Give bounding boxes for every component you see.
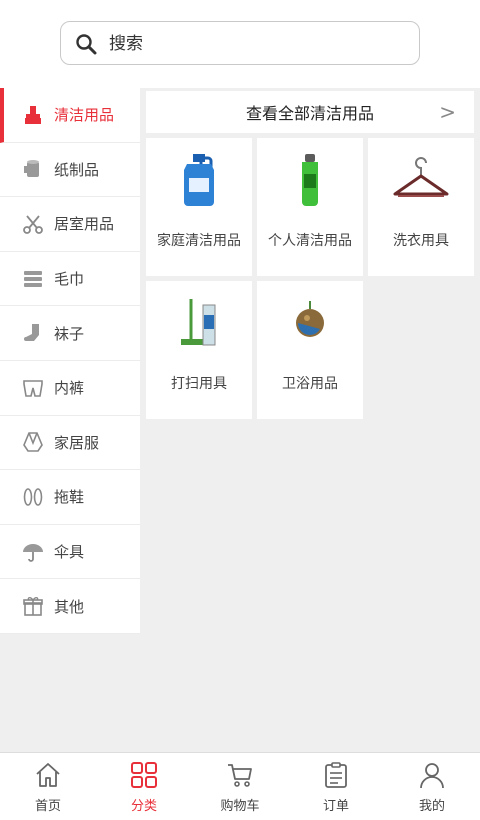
cleaning-icon xyxy=(25,105,41,124)
subcategory-laundry[interactable]: 洗衣用具 xyxy=(368,138,474,276)
search-icon xyxy=(76,34,97,55)
user-icon xyxy=(420,763,444,789)
shampoo-bottle-image xyxy=(302,154,318,206)
view-all-label: 查看全部清洁用品 xyxy=(245,104,374,123)
sidebar-item-slippers[interactable]: 拖鞋 xyxy=(0,470,140,525)
tab-label: 分类 xyxy=(130,799,157,814)
sidebar-item-socks[interactable]: 袜子 xyxy=(0,306,140,361)
subcategory-bath[interactable]: 卫浴用品 xyxy=(257,281,363,419)
subcategory-grid: 家庭清洁用品 个人清洁用品 洗衣用具 打扫用具 卫浴用品 xyxy=(146,138,474,419)
gift-icon xyxy=(23,597,43,616)
home-icon xyxy=(36,763,60,787)
order-clipboard-icon xyxy=(325,762,347,788)
subcategory-label: 打扫用具 xyxy=(171,376,227,392)
search-input[interactable] xyxy=(109,30,399,58)
subcategory-label: 家庭清洁用品 xyxy=(157,233,241,249)
sock-icon xyxy=(24,324,39,342)
tab-category[interactable]: 分类 xyxy=(96,753,192,820)
sidebar-item-towel[interactable]: 毛巾 xyxy=(0,251,140,307)
category-content: 查看全部清洁用品 > 家庭清洁用品 个人清洁用品 洗衣用具 打扫用具 卫浴用品 xyxy=(146,91,474,419)
bath-sponge-image xyxy=(296,301,324,337)
towel-icon xyxy=(24,270,42,287)
tab-profile[interactable]: 我的 xyxy=(384,753,480,820)
scissors-icon xyxy=(23,215,43,234)
sidebar-item-label: 拖鞋 xyxy=(54,488,85,507)
category-grid-icon xyxy=(131,762,157,788)
cart-icon xyxy=(228,764,252,787)
subcategory-home-cleaning[interactable]: 家庭清洁用品 xyxy=(146,138,252,276)
underwear-icon xyxy=(23,379,43,397)
detergent-bottle-image xyxy=(184,154,214,206)
subcategory-label: 卫浴用品 xyxy=(282,376,338,392)
sidebar-item-label: 纸制品 xyxy=(54,160,100,179)
sidebar-item-label: 其他 xyxy=(54,597,85,616)
tab-label: 订单 xyxy=(322,799,349,814)
bottom-tab-bar: 首页 分类 购物车 订单 我的 xyxy=(0,752,480,820)
tab-label: 购物车 xyxy=(220,799,260,814)
view-all-button[interactable]: 查看全部清洁用品 > xyxy=(146,91,474,133)
subcategory-sweeping[interactable]: 打扫用具 xyxy=(146,281,252,419)
sidebar-item-label: 内裤 xyxy=(54,379,85,398)
sidebar-item-umbrella[interactable]: 伞具 xyxy=(0,524,140,580)
tab-orders[interactable]: 订单 xyxy=(288,753,384,820)
search-bar[interactable] xyxy=(60,21,420,65)
category-sidebar: 清洁用品 纸制品 居室用品 毛巾 袜子 内裤 家居服 拖鞋 伞具 其他 xyxy=(0,88,140,634)
sidebar-item-label: 袜子 xyxy=(54,324,85,343)
slippers-icon xyxy=(23,488,43,506)
sidebar-item-label: 家居服 xyxy=(54,433,100,452)
umbrella-icon xyxy=(23,543,43,562)
subcategory-personal-cleaning[interactable]: 个人清洁用品 xyxy=(257,138,363,276)
clothes-hanger-image xyxy=(393,157,449,197)
subcategory-label: 个人清洁用品 xyxy=(268,233,352,249)
tab-home[interactable]: 首页 xyxy=(0,753,96,820)
sidebar-item-label: 伞具 xyxy=(54,543,85,562)
sidebar-item-paper[interactable]: 纸制品 xyxy=(0,142,140,198)
subcategory-label: 洗衣用具 xyxy=(393,233,449,249)
paper-roll-icon xyxy=(24,160,39,178)
sidebar-item-homewear[interactable]: 家居服 xyxy=(0,415,140,471)
chevron-right-icon: > xyxy=(439,100,456,124)
sidebar-item-label: 清洁用品 xyxy=(54,106,115,125)
top-bar xyxy=(0,0,480,88)
sidebar-item-room[interactable]: 居室用品 xyxy=(0,197,140,252)
sidebar-item-cleaning[interactable]: 清洁用品 xyxy=(0,88,140,143)
sidebar-item-label: 毛巾 xyxy=(54,270,85,289)
sidebar-item-underwear[interactable]: 内裤 xyxy=(0,360,140,416)
tab-label: 首页 xyxy=(34,799,61,814)
clothing-icon xyxy=(23,432,43,453)
mop-image xyxy=(181,299,216,346)
tab-label: 我的 xyxy=(418,799,445,814)
sidebar-item-label: 居室用品 xyxy=(54,215,115,234)
sidebar-item-other[interactable]: 其他 xyxy=(0,579,140,634)
tab-cart[interactable]: 购物车 xyxy=(192,753,288,820)
